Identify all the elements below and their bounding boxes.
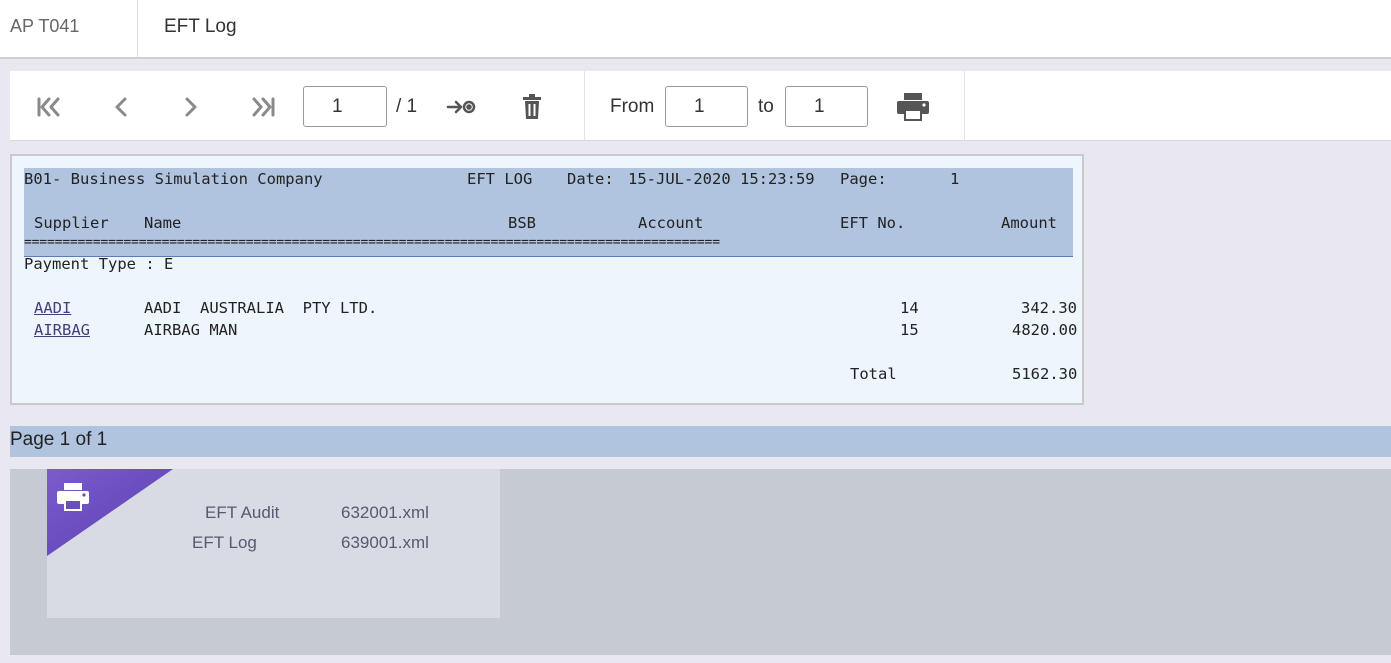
- page-indicator-bar: Page 1 of 1: [10, 426, 1391, 457]
- page-title: EFT Log: [164, 16, 237, 37]
- output-name: EFT Log: [192, 533, 257, 552]
- next-page-button[interactable]: [173, 91, 209, 123]
- total-label: Total: [850, 365, 897, 383]
- to-page-input[interactable]: [785, 86, 868, 127]
- delete-button[interactable]: [514, 91, 550, 123]
- column-header-name: Name: [144, 214, 182, 232]
- title-divider: [137, 0, 138, 57]
- program-code: AP T041: [10, 16, 80, 36]
- prev-page-button[interactable]: [103, 91, 139, 123]
- report-toolbar: / 1 From to: [10, 71, 1391, 141]
- header-rule: ========================================…: [24, 235, 720, 250]
- supplier-link[interactable]: AADI: [34, 299, 71, 317]
- column-header-bsb: BSB: [508, 214, 536, 232]
- toolbar-divider-end: [964, 71, 965, 141]
- first-page-button[interactable]: [31, 91, 67, 123]
- supplier-name: AIRBAG MAN: [144, 321, 238, 339]
- page-number-input[interactable]: [303, 86, 387, 127]
- report-date: 15-JUL-2020 15:23:59: [628, 170, 815, 188]
- page-indicator: Page 1 of 1: [10, 429, 108, 450]
- company-name: B01- Business Simulation Company: [24, 170, 323, 188]
- output-files-area: EFT Audit 632001.xml EFT Log 639001.xml: [10, 469, 1391, 655]
- next-page-icon: [185, 97, 197, 117]
- from-label: From: [610, 96, 655, 117]
- last-page-icon: [252, 97, 275, 117]
- go-to-page-button[interactable]: [443, 91, 479, 123]
- page-total: / 1: [396, 96, 418, 117]
- supplier-name: AADI AUSTRALIA PTY LTD.: [144, 299, 378, 317]
- eft-number: 14: [900, 299, 919, 317]
- print-icon: [897, 93, 929, 121]
- go-to-page-icon: [446, 100, 476, 114]
- output-files-card: EFT Audit 632001.xml EFT Log 639001.xml: [47, 469, 500, 618]
- page-label: Page:: [840, 170, 887, 188]
- output-file[interactable]: 632001.xml: [341, 503, 429, 523]
- column-header-eft-no: EFT No.: [840, 214, 906, 232]
- first-page-icon: [37, 97, 60, 117]
- payment-amount: 4820.00: [1012, 321, 1078, 339]
- from-page-input[interactable]: [665, 86, 748, 127]
- print-icon[interactable]: [56, 482, 90, 512]
- toolbar-divider: [584, 71, 585, 141]
- column-header-supplier: Supplier: [34, 214, 109, 232]
- supplier-link[interactable]: AIRBAG: [34, 321, 90, 339]
- payment-amount: 342.30: [1021, 299, 1077, 317]
- report-page-number: 1: [950, 170, 960, 188]
- prev-page-icon: [115, 97, 127, 117]
- total-amount: 5162.30: [1012, 365, 1078, 383]
- last-page-button[interactable]: [245, 91, 281, 123]
- print-button[interactable]: [893, 91, 933, 123]
- title-bar: AP T041 EFT Log: [0, 0, 1391, 59]
- output-name: EFT Audit: [205, 503, 280, 522]
- column-header-account: Account: [638, 214, 704, 232]
- output-file[interactable]: 639001.xml: [341, 533, 429, 553]
- eft-number: 15: [900, 321, 919, 339]
- to-label: to: [758, 96, 774, 117]
- column-header-amount: Amount: [1001, 214, 1057, 232]
- trash-icon: [523, 94, 541, 119]
- report-title: EFT LOG: [467, 170, 533, 188]
- payment-type: Payment Type : E: [24, 255, 174, 273]
- date-label: Date:: [567, 170, 614, 188]
- report-panel: B01- Business Simulation Company EFT LOG…: [10, 154, 1084, 405]
